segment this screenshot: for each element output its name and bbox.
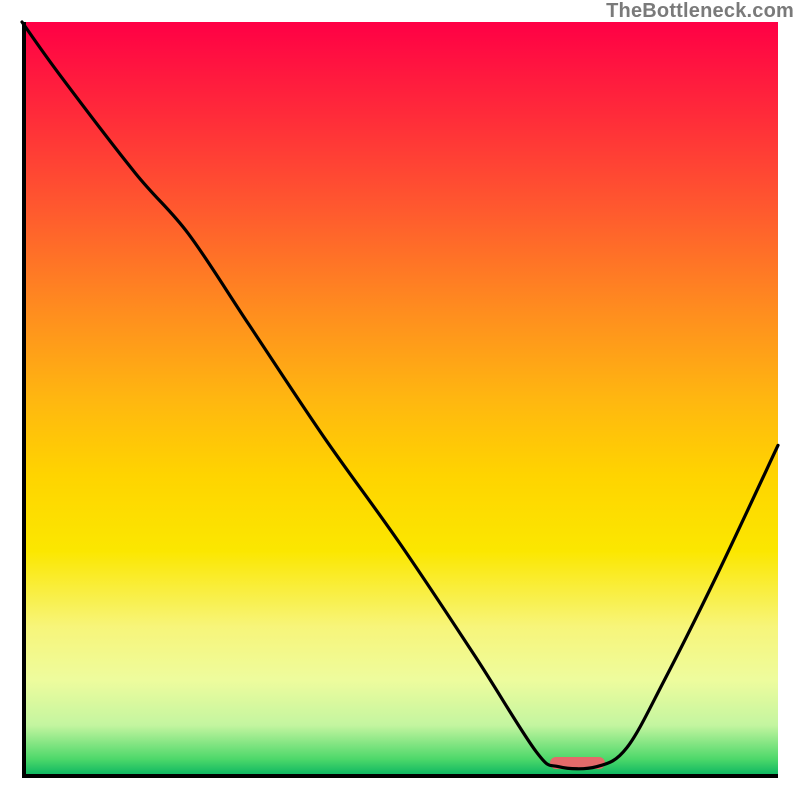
bottleneck-curve-svg <box>22 22 778 778</box>
watermark-text: TheBottleneck.com <box>606 0 794 23</box>
bottleneck-curve-path <box>22 22 778 769</box>
bottleneck-chart: TheBottleneck.com <box>0 0 800 800</box>
